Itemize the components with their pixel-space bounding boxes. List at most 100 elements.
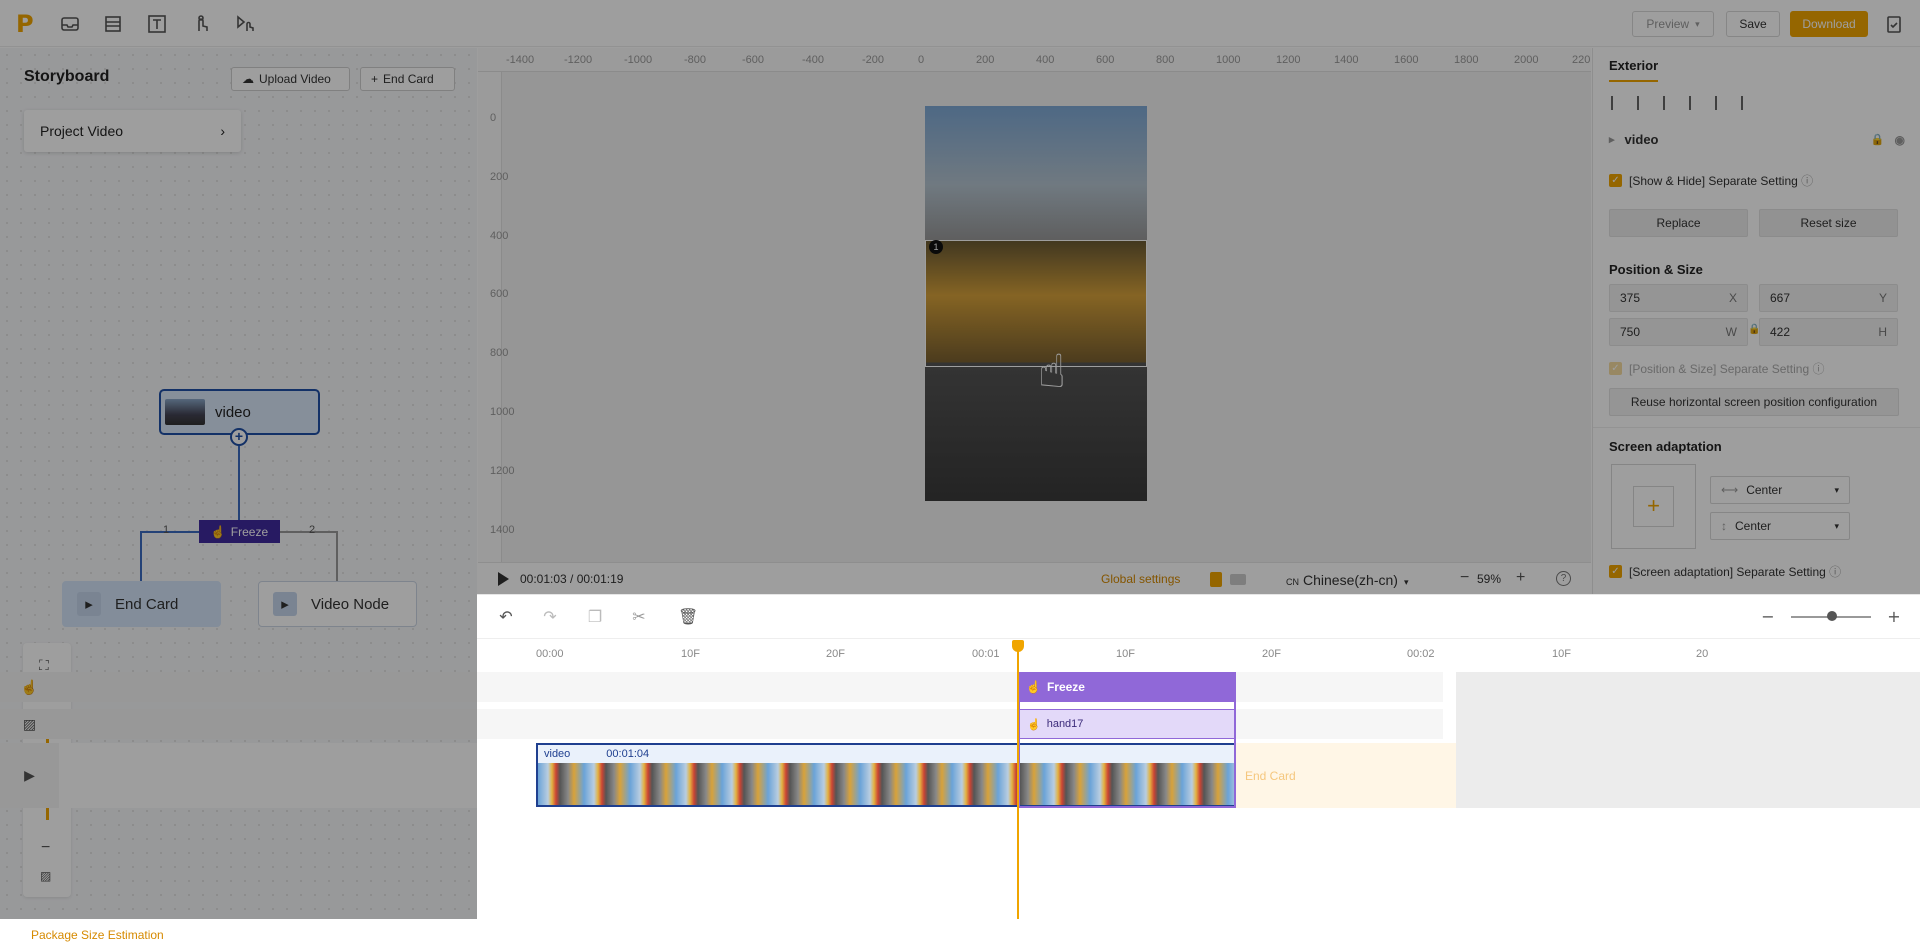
connector-line xyxy=(238,435,240,520)
end-card-track-label: End Card xyxy=(1245,769,1296,783)
horizontal-align-select[interactable]: ⟷ Center ▾ xyxy=(1710,476,1850,504)
preview-label: Preview xyxy=(1646,17,1690,31)
position-size-checkbox[interactable]: ✓ xyxy=(1609,362,1622,375)
eye-icon[interactable]: ◉ xyxy=(1895,133,1905,147)
project-video-item[interactable]: Project Video › xyxy=(24,110,241,152)
timeline-tick-label: 00:00 xyxy=(536,648,564,660)
info-icon: ⓘ xyxy=(1812,362,1825,376)
replace-button[interactable]: Replace xyxy=(1609,209,1748,237)
h-field[interactable]: 422 H xyxy=(1759,318,1898,346)
video-node-2-label: Video Node xyxy=(311,595,390,613)
align-left-icon[interactable] xyxy=(1611,96,1625,110)
landscape-orientation-icon[interactable] xyxy=(1230,574,1246,585)
ruler-tick-label: 200 xyxy=(490,171,509,183)
text-icon[interactable] xyxy=(145,12,169,36)
interaction-icon[interactable] xyxy=(233,12,257,36)
video-clip-header: video 00:01:04 xyxy=(538,745,1234,763)
upload-label: Upload Video xyxy=(259,72,331,86)
playhead[interactable] xyxy=(1017,643,1019,919)
align-top-icon[interactable] xyxy=(1689,96,1703,110)
video-icon: ▸ xyxy=(1609,134,1615,146)
ruler-tick-label: 200 xyxy=(976,54,995,66)
align-right-icon[interactable] xyxy=(1663,96,1677,110)
adaptation-anchor-box[interactable]: + xyxy=(1611,464,1696,549)
playhead-handle[interactable] xyxy=(1012,640,1024,652)
minimap-icon[interactable]: ▨ xyxy=(40,869,51,883)
timeline-tick-label: 20F xyxy=(826,648,845,660)
add-node-icon[interactable]: + xyxy=(230,428,248,446)
layers-icon[interactable] xyxy=(101,12,125,36)
help-icon[interactable]: ? xyxy=(1556,571,1571,586)
timeline-zoom-in-icon[interactable]: + xyxy=(1885,608,1903,626)
playback-time: 00:01:03 / 00:01:19 xyxy=(520,572,624,586)
info-icon: ⓘ xyxy=(1801,174,1814,188)
gesture-icon[interactable] xyxy=(189,12,213,36)
language-label: Chinese(zh-cn) xyxy=(1303,572,1398,588)
download-button[interactable]: Download xyxy=(1790,11,1868,37)
layer-row[interactable]: ▸ video 🔒 ◉ xyxy=(1609,132,1905,147)
timeline-zoom-knob[interactable] xyxy=(1827,611,1837,621)
x-field[interactable]: 375 X xyxy=(1609,284,1748,312)
w-field[interactable]: 750 W xyxy=(1609,318,1748,346)
preview-select[interactable]: Preview ▾ xyxy=(1632,11,1714,37)
ruler-tick-label: 400 xyxy=(490,230,509,242)
ruler-tick-label: 600 xyxy=(1096,54,1115,66)
global-settings-link[interactable]: Global settings xyxy=(1101,572,1180,586)
end-card-node[interactable]: ▸ End Card xyxy=(62,581,221,627)
freeze-clip[interactable]: ☝ Freeze xyxy=(1018,672,1236,702)
timeline-overflow-zone xyxy=(1456,672,1920,808)
zoom-out-icon[interactable]: − xyxy=(41,839,50,857)
connector-line xyxy=(280,531,336,533)
save-button[interactable]: Save xyxy=(1726,11,1780,37)
video-clip[interactable]: video 00:01:04 xyxy=(536,743,1236,807)
upload-video-button[interactable]: ☁ Upload Video xyxy=(231,67,350,91)
inbox-icon[interactable] xyxy=(58,12,82,36)
copy-icon[interactable]: ❐ xyxy=(586,608,604,626)
hand-pointer-icon[interactable]: ☝ xyxy=(1038,344,1066,398)
v-align-value: Center xyxy=(1735,519,1772,533)
portrait-orientation-icon[interactable] xyxy=(1210,572,1222,587)
canvas-zoom-out-icon[interactable]: − xyxy=(1460,569,1469,587)
delete-icon[interactable]: 🗑 xyxy=(678,608,698,626)
canvas-status-bar: 00:01:03 / 00:01:19 Global settings CN Ch… xyxy=(478,562,1591,594)
split-icon[interactable]: ✂ xyxy=(630,608,648,626)
ruler-tick-label: -400 xyxy=(802,54,825,66)
hand-clip[interactable]: ☝ hand17 xyxy=(1018,709,1236,739)
add-end-card-button[interactable]: + End Card xyxy=(360,67,455,91)
timeline-ruler[interactable]: 00:00 10F 20F 00:01 10F 20F 00:02 10F 20 xyxy=(536,639,1920,667)
y-field[interactable]: 667 Y xyxy=(1759,284,1898,312)
h-unit: H xyxy=(1878,325,1887,339)
anchor-center-icon[interactable]: + xyxy=(1633,486,1674,527)
ruler-tick-label: 1400 xyxy=(1334,54,1359,66)
align-bottom-icon[interactable] xyxy=(1741,96,1755,110)
clipboard-check-icon[interactable] xyxy=(1882,12,1906,36)
video-node-2[interactable]: ▸ Video Node xyxy=(258,581,417,627)
align-center-h-icon[interactable] xyxy=(1637,96,1651,110)
y-unit: Y xyxy=(1878,291,1887,305)
selected-video-frame[interactable] xyxy=(925,240,1147,367)
separate-setting-text: Separate Setting xyxy=(1719,362,1810,376)
screen-adaptation-checkbox[interactable]: ✓ xyxy=(1609,565,1622,578)
lock-icon[interactable]: 🔒 xyxy=(1871,133,1885,146)
play-icon[interactable] xyxy=(498,572,509,586)
branch-number: 2 xyxy=(309,524,316,536)
show-hide-checkbox[interactable]: ✓ xyxy=(1609,174,1622,187)
redo-icon[interactable]: ↷ xyxy=(541,608,559,626)
timeline-zoom-out-icon[interactable]: − xyxy=(1759,608,1777,626)
package-size-link[interactable]: Package Size Estimation xyxy=(31,928,164,942)
undo-icon[interactable]: ↶ xyxy=(497,608,515,626)
editor-canvas[interactable]: -1400 -1200 -1000 -800 -600 -400 -200 0 200 400 60… xyxy=(478,48,1591,594)
reset-size-button[interactable]: Reset size xyxy=(1759,209,1898,237)
freeze-node[interactable]: ☝ Freeze xyxy=(199,520,280,543)
end-card-label: End Card xyxy=(383,72,434,86)
reuse-position-button[interactable]: Reuse horizontal screen position configu… xyxy=(1609,388,1899,416)
h-align-icon: ⟷ xyxy=(1721,483,1739,497)
vertical-align-select[interactable]: ↕ Center ▾ xyxy=(1710,512,1850,540)
ruler-horizontal: -1400 -1200 -1000 -800 -600 -400 -200 0 200 400 60… xyxy=(478,48,1591,72)
language-select[interactable]: CN Chinese(zh-cn) ▾ xyxy=(1286,572,1408,588)
video-node-label: video xyxy=(215,403,251,421)
canvas-zoom-in-icon[interactable]: + xyxy=(1516,569,1525,587)
align-middle-icon[interactable] xyxy=(1715,96,1729,110)
tab-exterior[interactable]: Exterior xyxy=(1609,58,1659,82)
connector-line xyxy=(336,531,338,581)
